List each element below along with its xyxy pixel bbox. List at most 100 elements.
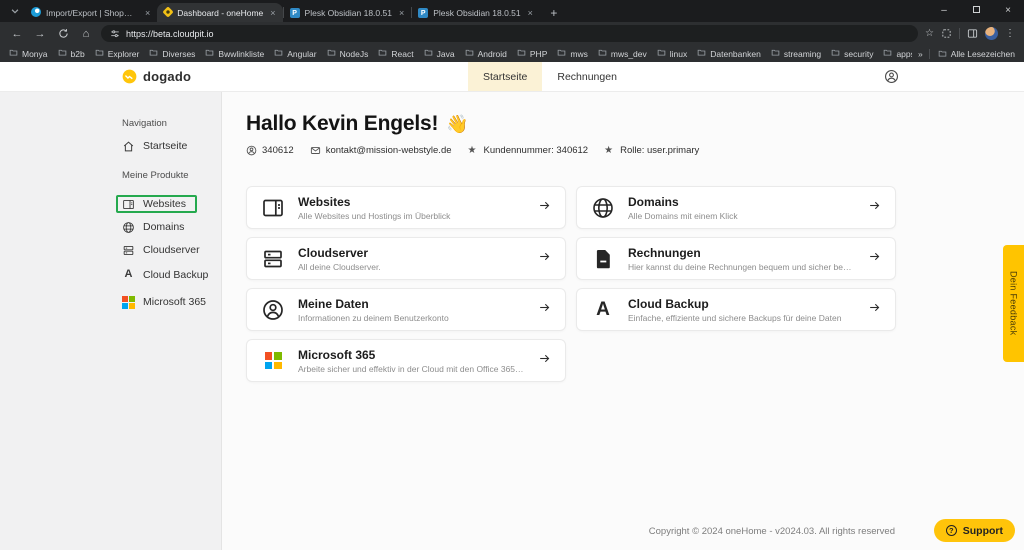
card-websites[interactable]: WebsitesAlle Websites und Hostings im Üb… (246, 186, 566, 229)
bookmark-android[interactable]: Android (465, 48, 507, 59)
bookmark-label: mws (570, 49, 587, 59)
browser-tab-plesk-obsidian-18-0-51[interactable]: PPlesk Obsidian 18.0.51× (411, 3, 540, 22)
browser-tab-plesk-obsidian-18-0-51[interactable]: PPlesk Obsidian 18.0.51× (283, 3, 412, 22)
arrow-right-icon (538, 199, 551, 217)
address-bar[interactable]: https://beta.cloudpit.io (101, 25, 918, 42)
tab-title: Import/Export | Shopware Adm (46, 8, 138, 18)
sidebar-item-domains[interactable]: Domains (122, 218, 184, 236)
folder-icon (465, 48, 474, 59)
bookmark-mws-dev[interactable]: mws_dev (598, 48, 647, 59)
user-info-kontakt-mission-webstyle-de: kontakt@mission-webstyle.de (310, 145, 452, 156)
tab-close-icon[interactable]: × (145, 8, 150, 18)
new-tab-button[interactable]: + (544, 3, 564, 22)
bookmark-datenbanken[interactable]: Datenbanken (697, 48, 761, 59)
bookmark-java[interactable]: Java (424, 48, 455, 59)
back-button[interactable]: ← (9, 28, 25, 40)
dogado-brand[interactable]: dogado (122, 62, 191, 91)
bookmark-explorer[interactable]: Explorer (95, 48, 140, 59)
maximize-button[interactable] (960, 0, 992, 22)
card-cloud-backup[interactable]: ACloud BackupEinfache, effiziente und si… (576, 288, 896, 331)
arrow-right-icon (538, 250, 551, 268)
sidebar-item-microsoft-365[interactable]: Microsoft 365 (122, 293, 206, 311)
card-subtitle: Einfache, effiziente und sichere Backups… (628, 313, 855, 323)
sidebar-item-startseite[interactable]: Startseite (122, 137, 187, 155)
sidebar-item-label: Cloudserver (143, 244, 200, 256)
bookmark-nodejs[interactable]: NodeJs (327, 48, 369, 59)
card-subtitle: Alle Websites und Hostings im Überblick (298, 211, 525, 221)
microsoft-icon (261, 349, 285, 373)
bookmark-diverses[interactable]: Diverses (149, 48, 195, 59)
bookmark-star-icon[interactable]: ☆ (925, 28, 934, 39)
bookmark-label: b2b (71, 49, 85, 59)
forward-button[interactable]: → (32, 28, 48, 40)
header-tab-startseite[interactable]: Startseite (468, 62, 542, 91)
bookmark-php[interactable]: PHP (517, 48, 547, 59)
card-title: Domains (628, 195, 855, 209)
bookmark-linux[interactable]: linux (657, 48, 687, 59)
sidebar-item-websites[interactable]: Websites (116, 195, 197, 213)
folder-icon (149, 48, 158, 59)
server-icon (261, 247, 285, 271)
profile-avatar[interactable] (985, 27, 998, 40)
sidebar-item-cloudserver[interactable]: Cloudserver (122, 241, 200, 259)
header-tab-rechnungen[interactable]: Rechnungen (542, 62, 632, 91)
sidebar-item-label: Websites (143, 198, 186, 210)
browser-tab-dashboard-onehome[interactable]: Dashboard - oneHome× (157, 3, 282, 22)
reload-button[interactable] (55, 28, 71, 40)
sidebar-section-label: Meine Produkte (122, 170, 221, 181)
folder-icon (274, 48, 283, 59)
card-rechnungen[interactable]: RechnungenHier kannst du deine Rechnunge… (576, 237, 896, 280)
tab-search-chevron-icon[interactable] (6, 2, 24, 20)
cards-grid: WebsitesAlle Websites und Hostings im Üb… (246, 186, 1024, 382)
tab-close-icon[interactable]: × (399, 8, 404, 18)
tab-title: Plesk Obsidian 18.0.51 (433, 8, 520, 18)
browser-tab-import-export-shopware-adm[interactable]: Import/Export | Shopware Adm × (24, 3, 157, 22)
bookmark-angular[interactable]: Angular (274, 48, 316, 59)
server-icon (122, 244, 135, 257)
bookmark-bwwlinkliste[interactable]: Bwwlinkliste (205, 48, 264, 59)
bookmark-monya[interactable]: Monya (9, 48, 48, 59)
account-icon (246, 145, 257, 156)
site-settings-icon (110, 29, 120, 39)
minimize-button[interactable]: – (928, 0, 960, 22)
tab-close-icon[interactable]: × (270, 8, 275, 18)
user-info-text: kontakt@mission-webstyle.de (326, 145, 452, 156)
bookmark-react[interactable]: React (378, 48, 413, 59)
bookmark-mws[interactable]: mws (557, 48, 587, 59)
folder-icon (58, 48, 67, 59)
card-subtitle: Informationen zu deinem Benutzerkonto (298, 313, 525, 323)
page-title: Hallo Kevin Engels! 👋 (246, 112, 1024, 136)
sidebar-item-cloud-backup[interactable]: ACloud Backup (122, 266, 208, 284)
home-button[interactable]: ⌂ (78, 28, 94, 40)
sidebar-item-label: Startseite (143, 140, 187, 152)
acronis-icon: A (591, 298, 615, 322)
card-microsoft-365[interactable]: Microsoft 365Arbeite sicher und effektiv… (246, 339, 566, 382)
tab-groups-icon[interactable] (941, 28, 952, 39)
star-icon: ★ (468, 145, 479, 156)
all-bookmarks-button[interactable]: Alle Lesezeichen (938, 49, 1015, 59)
browser-menu-icon[interactable]: ⋮ (1005, 28, 1015, 39)
feedback-tab[interactable]: Dein Feedback (1003, 245, 1024, 362)
folder-icon (771, 48, 780, 59)
arrow-right-icon (868, 250, 881, 268)
support-button[interactable]: ? Support (934, 519, 1015, 542)
card-meine-daten[interactable]: Meine DatenInformationen zu deinem Benut… (246, 288, 566, 331)
account-button[interactable] (883, 69, 899, 85)
bookmarks-overflow-button[interactable]: » (918, 49, 923, 59)
tab-close-icon[interactable]: × (528, 8, 533, 18)
bookmark-b2b[interactable]: b2b (58, 48, 85, 59)
card-subtitle: Arbeite sicher und effektiv in der Cloud… (298, 364, 525, 374)
arrow-right-icon (868, 199, 881, 217)
bookmarks-bar: Monya b2b Explorer Diverses Bwwlinkliste Angu… (0, 45, 1024, 62)
acronis-icon: A (122, 268, 135, 281)
close-button[interactable]: × (992, 0, 1024, 22)
bookmarks-list: Monya b2b Explorer Diverses Bwwlinkliste Angu… (9, 48, 912, 60)
card-cloudserver[interactable]: CloudserverAll deine Cloudserver. (246, 237, 566, 280)
person-icon (261, 298, 285, 322)
bookmark-apps[interactable]: apps (883, 48, 912, 59)
globe-icon (591, 196, 615, 220)
side-panel-icon[interactable] (967, 28, 978, 39)
bookmark-security[interactable]: security (831, 48, 873, 59)
card-domains[interactable]: DomainsAlle Domains mit einem Klick (576, 186, 896, 229)
bookmark-streaming[interactable]: streaming (771, 48, 821, 59)
